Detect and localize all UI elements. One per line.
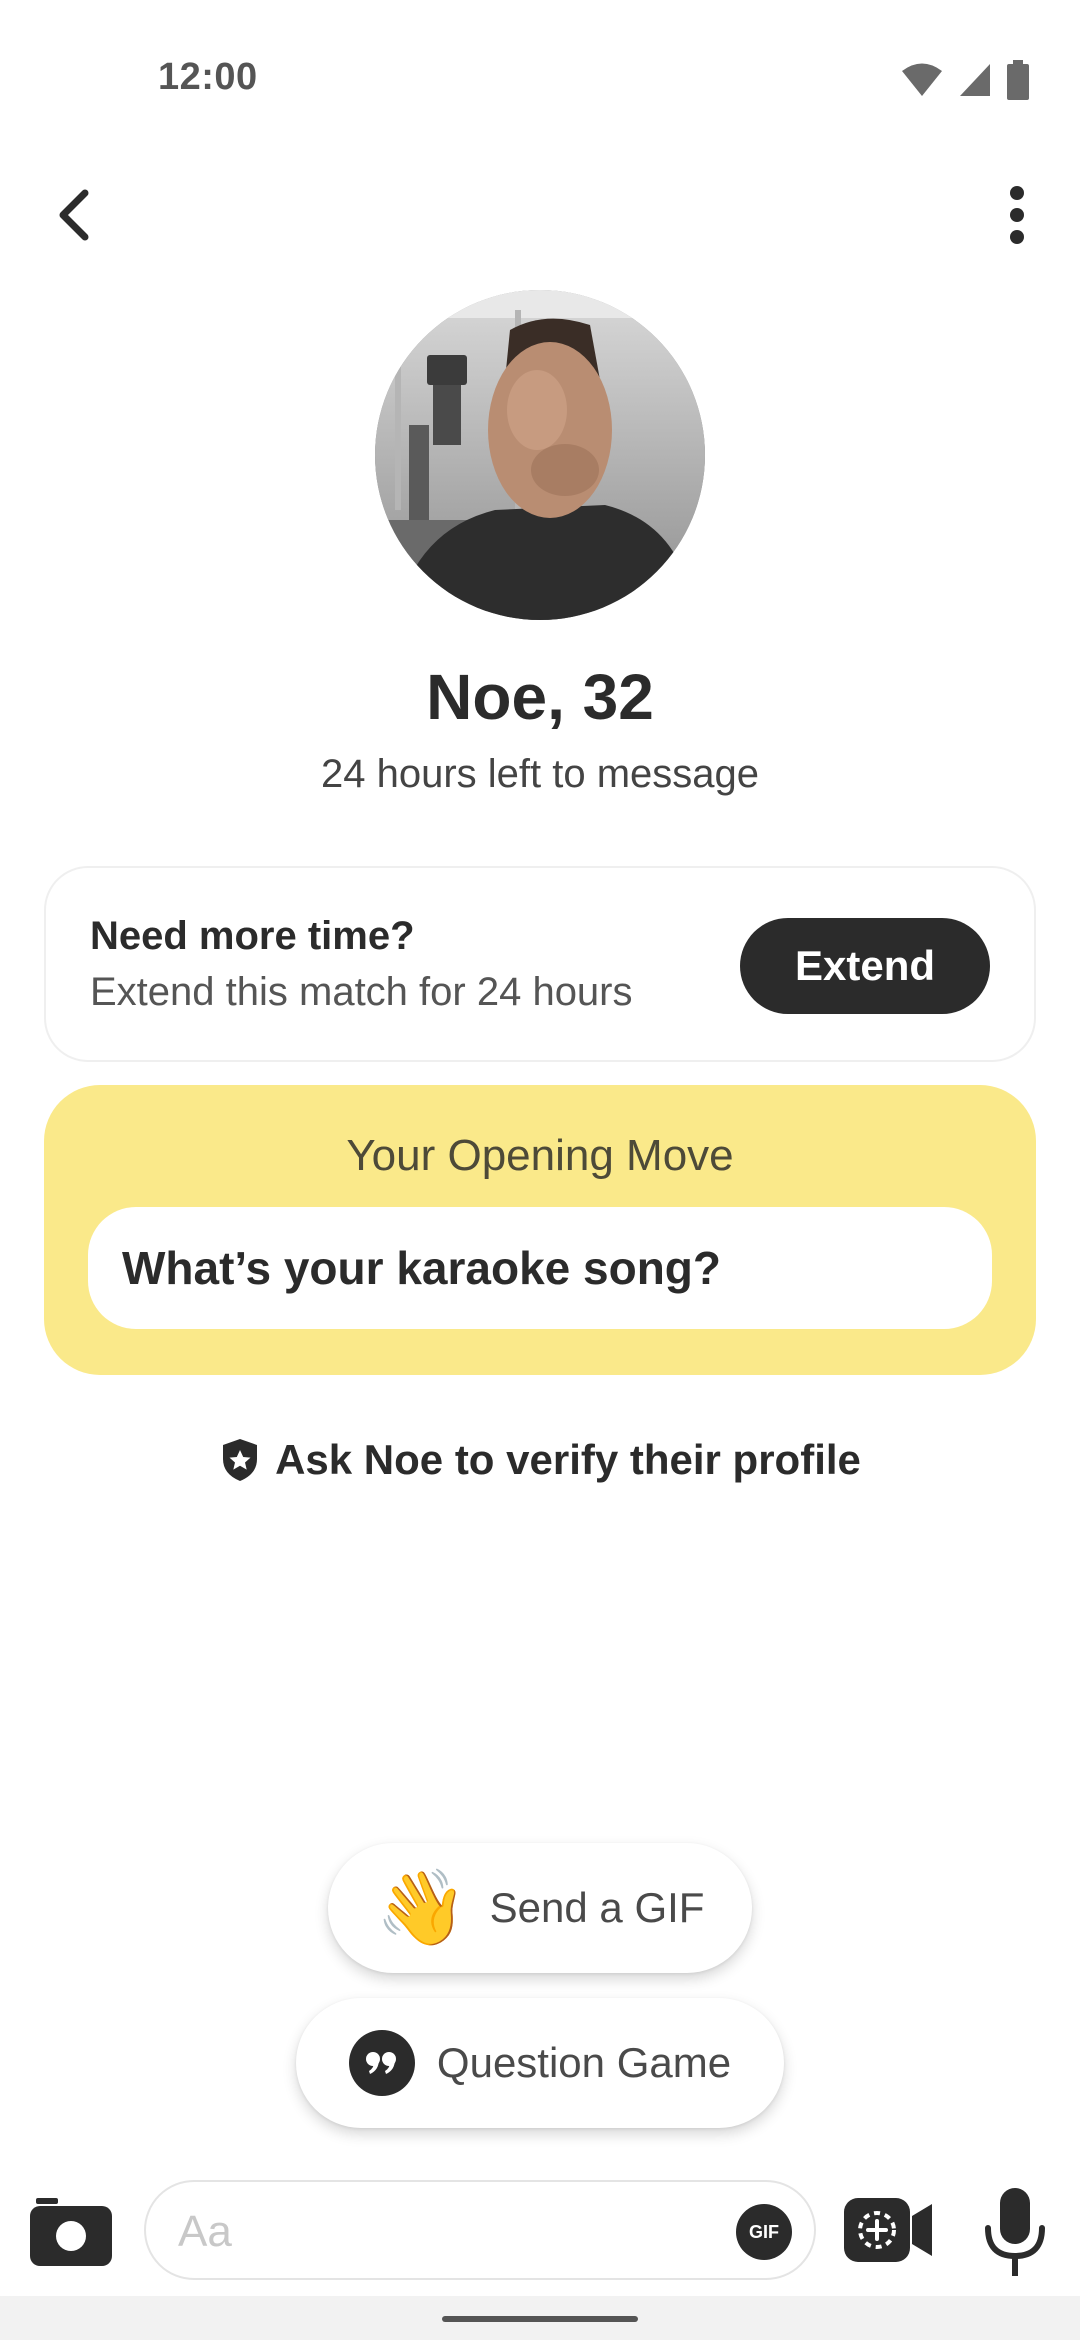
quote-icon xyxy=(348,2030,415,2096)
message-composer: GIF xyxy=(0,2180,1080,2280)
video-call-icon xyxy=(844,2198,932,2262)
send-gif-label: Send a GIF xyxy=(489,1884,705,1931)
question-game-label: Question Game xyxy=(436,2039,732,2086)
gesture-navigation-bar xyxy=(0,2296,1080,2340)
send-gif-chip[interactable]: 👋 Send a GIF xyxy=(328,1843,752,1973)
back-button[interactable] xyxy=(40,180,110,250)
profile-avatar[interactable] xyxy=(375,290,705,620)
camera-icon xyxy=(30,2198,112,2266)
waving-hand-icon: 👋 xyxy=(375,1866,468,1949)
cellular-signal-icon xyxy=(960,64,990,96)
extend-button[interactable]: Extend xyxy=(740,918,990,1014)
opening-move-question[interactable]: What’s your karaoke song? xyxy=(88,1207,992,1329)
camera-button[interactable] xyxy=(28,2190,114,2270)
question-game-chip[interactable]: Question Game xyxy=(296,1998,784,2128)
opening-move-card: Your Opening Move What’s your karaoke so… xyxy=(44,1085,1036,1375)
wifi-icon xyxy=(902,63,942,96)
extend-match-card: Need more time? Extend this match for 24… xyxy=(44,866,1036,1062)
shield-star-icon xyxy=(223,1439,258,1481)
time-left-text: 24 hours left to message xyxy=(320,752,760,796)
message-input-box[interactable]: GIF xyxy=(144,2180,816,2280)
top-app-bar xyxy=(0,150,1080,280)
battery-icon xyxy=(1007,60,1029,100)
avatar-photo xyxy=(375,290,705,620)
status-icons xyxy=(900,60,1030,100)
verify-profile-link[interactable]: Ask Noe to verify their profile xyxy=(0,1436,1080,1484)
verify-profile-text: Ask Noe to verify their profile xyxy=(275,1436,861,1483)
microphone-icon xyxy=(985,2188,1045,2276)
more-options-button[interactable] xyxy=(982,180,1052,250)
opening-move-title: Your Opening Move xyxy=(346,1131,734,1180)
video-call-button[interactable] xyxy=(842,2192,938,2268)
microphone-button[interactable] xyxy=(980,2184,1050,2280)
gif-button[interactable]: GIF xyxy=(736,2204,792,2260)
extend-card-title: Need more time? xyxy=(90,914,415,958)
message-input[interactable] xyxy=(178,2202,718,2262)
status-time: 12:00 xyxy=(158,56,258,98)
home-indicator[interactable] xyxy=(442,2316,638,2322)
more-vertical-icon xyxy=(1010,186,1024,244)
chevron-left-icon xyxy=(59,189,89,241)
status-bar: 12:00 xyxy=(0,0,1080,150)
profile-name: Noe, 32 xyxy=(426,661,654,733)
extend-card-subtitle: Extend this match for 24 hours xyxy=(90,970,633,1014)
